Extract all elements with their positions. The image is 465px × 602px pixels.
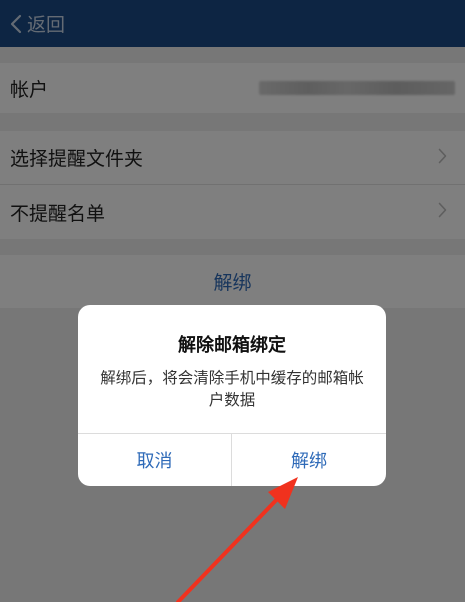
confirm-unbind-button[interactable]: 解绑 (232, 434, 386, 486)
dialog-title: 解除邮箱绑定 (178, 335, 286, 356)
dialog-message: 解绑后，将会清除手机中缓存的邮箱帐户数据 (100, 369, 364, 409)
cancel-button[interactable]: 取消 (78, 434, 231, 486)
modal-overlay[interactable] (0, 0, 465, 602)
unbind-confirm-dialog: 解除邮箱绑定 解绑后，将会清除手机中缓存的邮箱帐户数据 取消 解绑 (78, 305, 386, 486)
